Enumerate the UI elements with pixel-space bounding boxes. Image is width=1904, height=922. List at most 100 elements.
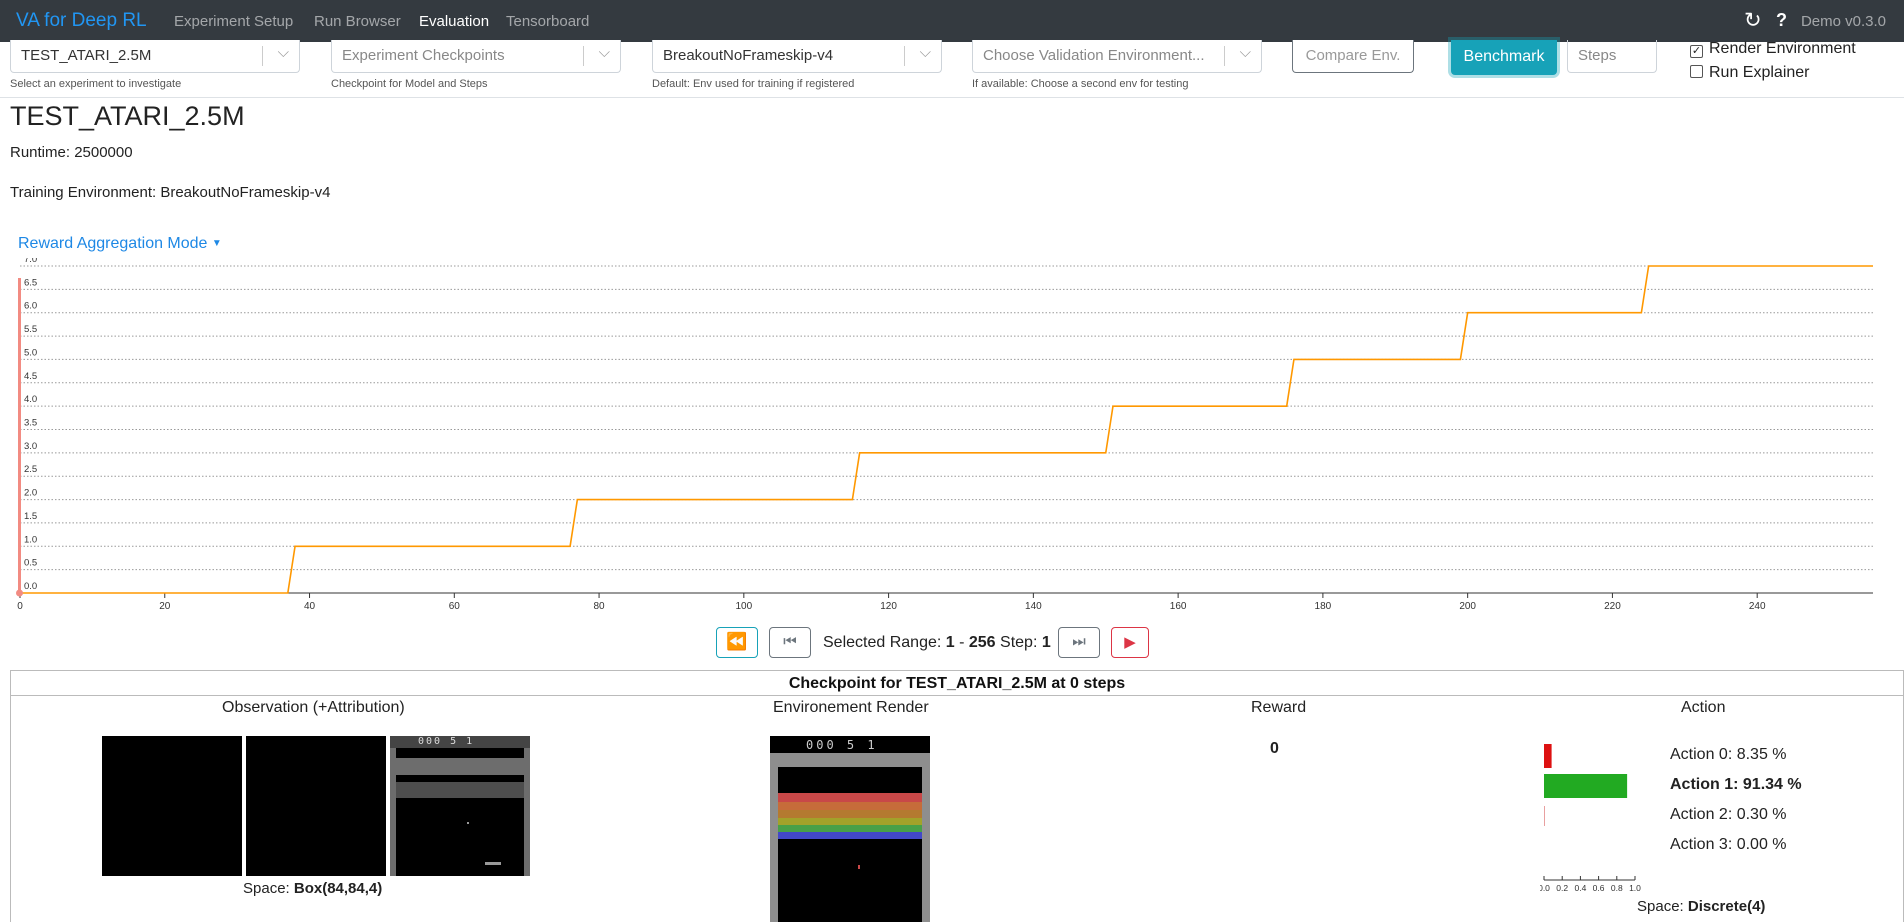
x-tick-label: 120 xyxy=(880,601,897,612)
steps-input[interactable]: Steps xyxy=(1567,40,1657,73)
y-tick-label: 2.0 xyxy=(24,488,37,499)
action-axis-tick-label: 0.6 xyxy=(1593,883,1605,893)
run-explainer-checkbox[interactable]: Run Explainer xyxy=(1690,64,1810,82)
render-environment-checkbox[interactable]: ✓ Render Environment xyxy=(1690,40,1856,58)
nav-run-browser[interactable]: Run Browser xyxy=(314,13,401,30)
play-button[interactable]: ▶ xyxy=(1111,627,1149,658)
observation-score: 000 5 1 xyxy=(418,736,475,747)
benchmark-button[interactable]: Benchmark xyxy=(1451,40,1557,75)
y-tick-label: 0.0 xyxy=(24,581,37,592)
experiment-title: TEST_ATARI_2.5M xyxy=(10,101,245,131)
action-axis-tick-label: 0.8 xyxy=(1611,883,1623,893)
skip-to-end-button[interactable]: ⏭ xyxy=(1058,627,1100,658)
y-tick-label: 3.5 xyxy=(24,418,37,429)
reward-aggregation-label: Reward Aggregation Mode xyxy=(18,235,208,252)
action-2-label: Action 2: 0.30 % xyxy=(1670,806,1787,823)
y-tick-label: 3.0 xyxy=(24,441,37,452)
action-space-label: Space: Discrete(4) xyxy=(1637,898,1766,915)
step-value: 1 xyxy=(1041,634,1051,651)
x-tick-label: 80 xyxy=(594,601,606,612)
render-header: Environement Render xyxy=(773,699,929,716)
action-axis-tick-label: 1.0 xyxy=(1629,883,1641,893)
skip-back-icon: ⏮ xyxy=(783,633,797,650)
chevron-down-icon: ⌵ xyxy=(598,44,610,61)
validation-hint: If available: Choose a second env for te… xyxy=(972,78,1189,90)
checkbox-unchecked-icon[interactable] xyxy=(1690,65,1703,78)
y-tick-label: 6.0 xyxy=(24,301,37,312)
app-brand[interactable]: VA for Deep RL xyxy=(16,10,147,32)
run-explainer-label: Run Explainer xyxy=(1709,64,1810,81)
reward-value: 0 xyxy=(1270,740,1279,757)
selected-range-label: Selected Range: 1 - 256 Step: 1 xyxy=(823,634,1051,651)
chevron-down-icon: ⌵ xyxy=(1239,44,1251,61)
checkpoint-select-placeholder: Experiment Checkpoints xyxy=(342,47,505,64)
rewind-icon: ⏪ xyxy=(726,632,748,651)
reward-chart[interactable]: 0.0 0.5 1.0 1.5 2.0 2.5 3.0 3.5 4.0 4.5 5.0 5.5 6.0 6… xyxy=(0,258,1904,618)
environment-select-value: BreakoutNoFrameskip-v4 xyxy=(663,47,834,64)
y-tick-label: 5.0 xyxy=(24,347,37,358)
skip-forward-icon: ⏭ xyxy=(1072,633,1086,650)
range-end-value: 256 xyxy=(968,634,996,651)
toolbar-divider xyxy=(0,97,1904,98)
y-tick-label: 5.5 xyxy=(24,324,37,335)
checkpoint-select[interactable]: Experiment Checkpoints ⌵ xyxy=(331,40,621,73)
observation-frame-image xyxy=(390,736,530,876)
nav-evaluation[interactable]: Evaluation xyxy=(419,13,489,30)
x-tick-label: 200 xyxy=(1459,601,1476,612)
range-start-value: 1 xyxy=(945,634,955,651)
action-space-value: Discrete(4) xyxy=(1687,898,1766,915)
y-tick-label: 4.0 xyxy=(24,394,37,405)
range-brush-knob xyxy=(16,589,23,597)
help-icon[interactable]: ? xyxy=(1776,10,1787,31)
top-navbar: VA for Deep RL Experiment Setup Run Brow… xyxy=(0,0,1904,42)
action-bar-1 xyxy=(1544,774,1628,798)
version-label: Demo v0.3.0 xyxy=(1800,13,1886,30)
y-tick-label: 2.5 xyxy=(24,464,37,475)
x-tick-label: 0 xyxy=(17,601,23,612)
breakout-render-image xyxy=(770,736,930,922)
range-brush-handle xyxy=(18,278,21,593)
experiment-select-value: TEST_ATARI_2.5M xyxy=(21,47,152,64)
x-tick-label: 100 xyxy=(735,601,752,612)
chevron-down-icon: ⌵ xyxy=(919,44,931,61)
render-environment-label: Render Environment xyxy=(1709,40,1856,57)
environment-select[interactable]: BreakoutNoFrameskip-v4 ⌵ xyxy=(652,40,942,73)
y-tick-label: 1.0 xyxy=(24,534,37,545)
reward-header: Reward xyxy=(1251,699,1307,716)
x-tick-label: 60 xyxy=(449,601,461,612)
y-tick-label: 4.5 xyxy=(24,371,37,382)
caret-down-icon: ▼ xyxy=(211,238,222,249)
x-tick-label: 240 xyxy=(1749,601,1766,612)
checkbox-checked-icon[interactable]: ✓ xyxy=(1690,45,1703,58)
x-tick-label: 220 xyxy=(1604,601,1621,612)
action-axis-tick-label: 0.0 xyxy=(1540,883,1550,893)
action-bar-2 xyxy=(1544,806,1545,826)
runtime-label: Runtime: 2500000 xyxy=(10,144,133,161)
nav-experiment-setup[interactable]: Experiment Setup xyxy=(174,13,293,30)
action-1-label: Action 1: 91.34 % xyxy=(1670,776,1802,793)
play-icon: ▶ xyxy=(1124,634,1136,651)
skip-to-start-button[interactable]: ⏮ xyxy=(769,627,811,658)
refresh-icon[interactable]: ↻ xyxy=(1744,8,1762,33)
validation-env-select[interactable]: Choose Validation Environment... ⌵ xyxy=(972,40,1262,73)
observation-frame-3: 000 5 1 xyxy=(390,736,530,876)
y-tick-label: 7.0 xyxy=(24,258,37,265)
observation-header: Observation (+Attribution) xyxy=(222,699,405,716)
action-0-label: Action 0: 8.35 % xyxy=(1670,746,1787,763)
action-bar-0 xyxy=(1544,744,1552,768)
y-tick-label: 0.5 xyxy=(24,558,37,569)
nav-tensorboard[interactable]: Tensorboard xyxy=(506,13,589,30)
experiment-select[interactable]: TEST_ATARI_2.5M ⌵ xyxy=(10,40,300,73)
compare-env-button[interactable]: Compare Env. xyxy=(1292,40,1414,73)
experiment-hint: Select an experiment to investigate xyxy=(10,78,182,90)
x-tick-label: 180 xyxy=(1315,601,1332,612)
reward-aggregation-dropdown[interactable]: Reward Aggregation Mode ▼ xyxy=(18,235,222,253)
validation-select-placeholder: Choose Validation Environment... xyxy=(983,47,1205,64)
y-tick-label: 1.5 xyxy=(24,511,37,522)
rewind-button[interactable]: ⏪ xyxy=(716,627,758,658)
checkpoint-title: Checkpoint for TEST_ATARI_2.5M at 0 step… xyxy=(11,671,1903,696)
environment-render: 000 5 1 xyxy=(770,736,930,922)
y-tick-label: 6.5 xyxy=(24,277,37,288)
x-tick-label: 160 xyxy=(1170,601,1187,612)
observation-space-label: Space: Box(84,84,4) xyxy=(243,880,383,897)
